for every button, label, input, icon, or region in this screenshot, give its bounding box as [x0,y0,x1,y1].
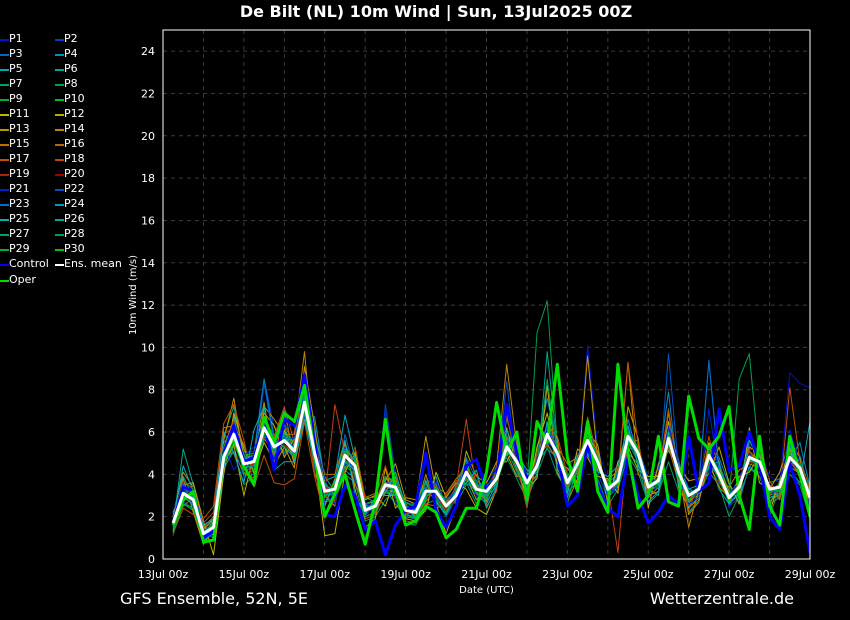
y-tick-label: 10 [141,341,155,354]
y-tick-label: 2 [148,511,155,524]
y-tick-label: 0 [148,553,155,566]
y-axis-label: 10m Wind (m/s) [128,255,139,335]
y-tick-label: 12 [141,299,155,312]
y-tick-label: 18 [141,172,155,185]
y-tick-label: 24 [141,45,155,58]
x-tick-label: 27Jul 00z [704,568,755,581]
x-tick-label: 29Jul 00z [785,568,836,581]
x-tick-label: 21Jul 00z [461,568,512,581]
y-tick-label: 6 [148,426,155,439]
y-tick-label: 16 [141,214,155,227]
y-tick-label: 14 [141,257,155,270]
source-label: Wetterzentrale.de [649,589,794,608]
x-tick-label: 17Jul 00z [299,568,350,581]
x-tick-label: 15Jul 00z [219,568,270,581]
wind-chart: 02468101214161820222413Jul 00z 15Jul 00z 1… [128,29,836,596]
y-tick-label: 4 [148,468,155,481]
y-tick-label: 22 [141,87,155,100]
model-label: GFS Ensemble, 52N, 5E [120,589,308,608]
x-tick-label: 13Jul 00z [138,568,189,581]
y-tick-label: 20 [141,130,155,143]
y-tick-label: 8 [148,384,155,397]
x-tick-label: 23Jul 00z [542,568,593,581]
x-axis-label: Date (UTC) [459,585,514,596]
x-tick-label: 19Jul 00z [380,568,431,581]
x-tick-label: 25Jul 00z [623,568,674,581]
